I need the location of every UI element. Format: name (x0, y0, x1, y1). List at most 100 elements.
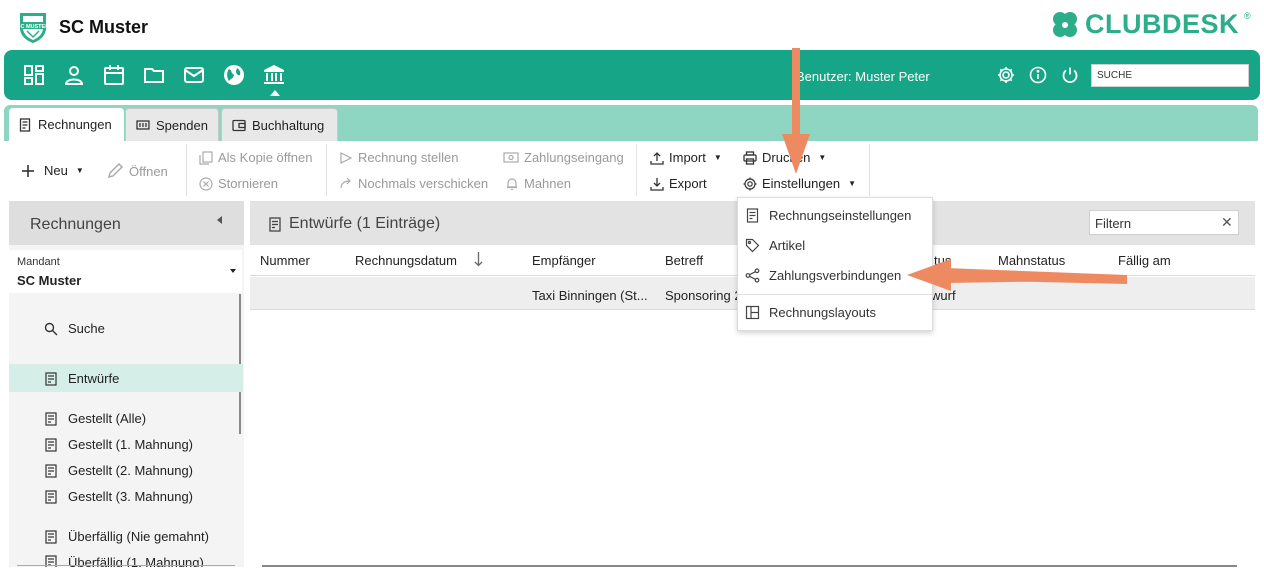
dropdown-caret-icon: ▼ (848, 179, 856, 188)
dun-button[interactable]: Mahnen (505, 176, 571, 191)
sidebar-item-ueberfaellig-nie[interactable]: Überfällig (Nie gemahnt) (44, 529, 209, 544)
export-label: Export (669, 176, 707, 191)
sidebar-item-label: Entwürfe (68, 371, 120, 386)
mandant-value[interactable]: SC Muster (17, 273, 81, 288)
sidebar-item-gestellt-3[interactable]: Gestellt (3. Mahnung) (44, 489, 193, 504)
cancel-invoice-label: Stornieren (218, 176, 278, 191)
dashboard-icon[interactable] (23, 64, 45, 86)
cell-empfaenger: Taxi Binningen (St... (532, 288, 648, 303)
active-nav-indicator (270, 90, 280, 96)
column-header-empfaenger[interactable]: Empfänger (532, 253, 596, 268)
pencil-icon (107, 162, 124, 179)
print-button[interactable]: Drucken ▼ (743, 150, 826, 165)
content-title: Entwürfe (1 Einträge) (268, 215, 440, 233)
copy-open-button[interactable]: Als Kopie öffnen (199, 150, 312, 165)
menu-item-label: Zahlungsverbindungen (769, 268, 902, 283)
column-header-status[interactable]: tus (934, 253, 951, 268)
sort-desc-icon[interactable] (474, 251, 483, 267)
info-icon[interactable] (1029, 66, 1047, 84)
column-header-mahnstatus[interactable]: Mahnstatus (998, 253, 1065, 268)
resend-button[interactable]: Nochmals verschicken (339, 176, 488, 191)
dropdown-caret-icon: ▼ (818, 153, 827, 162)
open-button[interactable]: Öffnen (106, 162, 168, 180)
issue-invoice-button[interactable]: Rechnung stellen (339, 150, 458, 165)
menu-separator (738, 294, 932, 295)
invoice-icon (45, 529, 57, 544)
tab-label: Rechnungen (38, 117, 112, 132)
tab-rechnungen[interactable]: Rechnungen (9, 108, 124, 141)
search-input[interactable] (1091, 64, 1249, 87)
open-label: Öffnen (129, 163, 168, 179)
printer-icon (743, 150, 757, 165)
tab-spenden[interactable]: Spenden (125, 108, 219, 141)
cell-status: wurf (931, 288, 956, 303)
bank-icon[interactable] (263, 64, 285, 86)
layout-icon (745, 305, 760, 320)
sidebar-item-entwuerfe[interactable]: Entwürfe (44, 371, 119, 386)
payment-in-button[interactable]: Zahlungseingang (503, 150, 624, 165)
menu-item-label: Rechnungslayouts (769, 305, 876, 320)
clear-filter-icon[interactable]: ✕ (1221, 214, 1233, 231)
invoice-icon (19, 117, 31, 132)
tab-label: Buchhaltung (252, 117, 325, 133)
menu-item-rechnungseinstellungen[interactable]: Rechnungseinstellungen (745, 208, 911, 223)
club-name: SC Muster (59, 17, 149, 37)
sidebar-item-gestellt-alle[interactable]: Gestellt (Alle) (44, 411, 146, 426)
folder-icon[interactable] (143, 64, 165, 86)
wallet-icon (232, 119, 246, 131)
payment-in-label: Zahlungseingang (524, 150, 624, 165)
tab-buchhaltung[interactable]: Buchhaltung (221, 108, 338, 141)
invoice-icon (269, 216, 281, 232)
svg-text:SC MUSTER: SC MUSTER (17, 24, 49, 30)
dun-label: Mahnen (524, 176, 571, 191)
cancel-invoice-button[interactable]: Stornieren (199, 176, 278, 191)
menu-item-artikel[interactable]: Artikel (745, 238, 805, 253)
tag-icon (745, 238, 760, 253)
copy-icon (199, 150, 213, 165)
horizontal-scrollbar[interactable] (262, 565, 1237, 567)
invoice-icon (45, 371, 57, 386)
column-header-nummer[interactable]: Nummer (260, 253, 310, 268)
settings-label: Einstellungen (762, 176, 841, 191)
export-button[interactable]: Export (650, 176, 707, 191)
column-header-faellig-am[interactable]: Fällig am (1118, 253, 1171, 268)
sidebar-item-gestellt-2[interactable]: Gestellt (2. Mahnung) (44, 463, 193, 478)
issue-invoice-label: Rechnung stellen (358, 150, 459, 165)
menu-item-label: Artikel (769, 238, 806, 253)
share-icon (745, 268, 760, 283)
resend-icon (340, 177, 351, 188)
column-header-rechnungsdatum[interactable]: Rechnungsdatum (355, 253, 457, 268)
globe-icon[interactable] (223, 64, 245, 86)
dropdown-caret-icon: ▼ (75, 166, 84, 175)
import-button[interactable]: Import ▼ (650, 150, 722, 165)
chevron-down-icon[interactable] (230, 269, 236, 273)
club-logo: SC MUSTER (15, 10, 51, 44)
toolbar-separator (186, 144, 187, 196)
mandant-label: Mandant (17, 256, 60, 268)
person-icon[interactable] (63, 64, 85, 86)
copy-open-label: Als Kopie öffnen (218, 150, 313, 165)
menu-item-zahlungsverbindungen[interactable]: Zahlungsverbindungen (745, 268, 901, 283)
sidebar-item-label: Gestellt (3. Mahnung) (68, 489, 194, 504)
invoice-icon (45, 411, 57, 426)
toolbar-separator (869, 144, 870, 196)
power-icon[interactable] (1061, 66, 1079, 84)
sidebar-item-suche[interactable]: Suche (44, 321, 105, 336)
plus-icon (22, 164, 34, 177)
toolbar-separator (326, 144, 327, 196)
sidebar-item-gestellt-1[interactable]: Gestellt (1. Mahnung) (44, 437, 193, 452)
column-header-betreff[interactable]: Betreff (665, 253, 703, 268)
brand-name: CLUBDESK (1085, 9, 1240, 39)
calendar-icon[interactable] (103, 64, 125, 86)
settings-button[interactable]: Einstellungen ▼ (743, 176, 856, 191)
gear-icon[interactable] (997, 66, 1015, 84)
mail-icon[interactable] (183, 64, 205, 86)
menu-item-rechnungslayouts[interactable]: Rechnungslayouts (745, 305, 876, 320)
collapse-icon[interactable] (217, 216, 222, 224)
cancel-circle-icon (199, 176, 213, 191)
brand-registered-mark: ® (1244, 11, 1251, 21)
print-label: Drucken (762, 150, 811, 165)
new-button[interactable]: Neu ▼ (21, 163, 84, 178)
bell-icon (507, 177, 517, 190)
toolbar-separator (636, 144, 637, 196)
